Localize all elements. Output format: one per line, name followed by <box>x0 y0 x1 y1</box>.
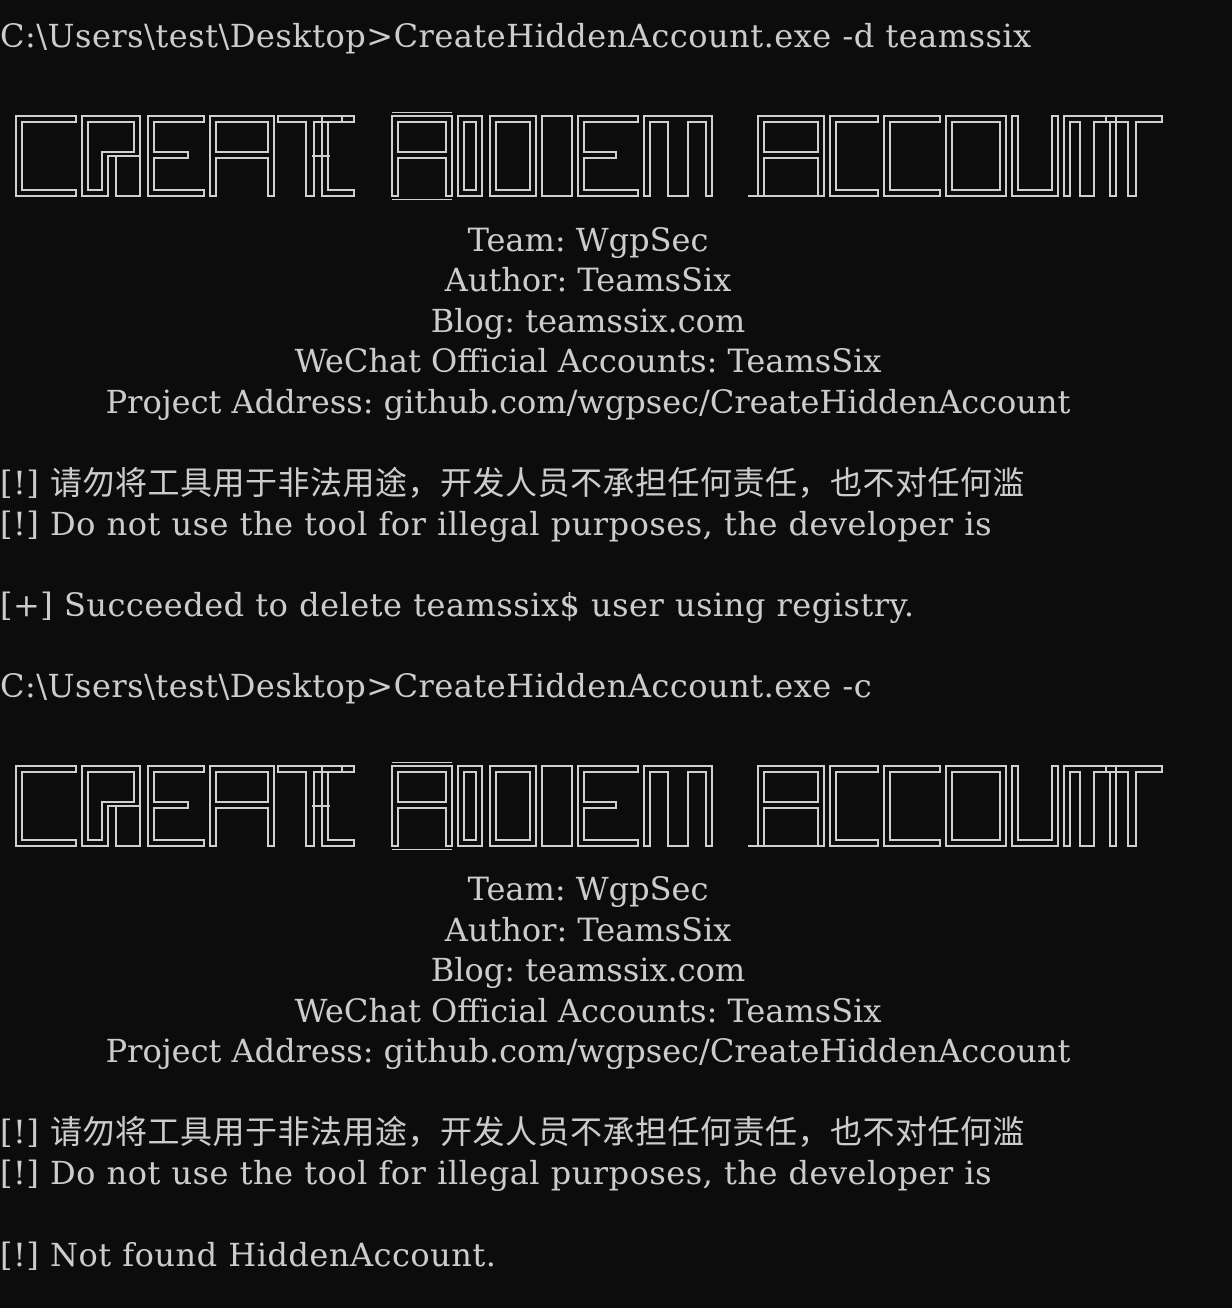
project-address-line: Project Address: github.com/wgpsec/Creat… <box>105 1032 1071 1070</box>
wechat-line: WeChat Official Accounts: TeamsSix <box>294 342 882 380</box>
author-line: Author: TeamsSix <box>444 261 732 299</box>
warning-chinese-line: [!] 请勿将工具用于非法用途，开发人员不承担任何责任，也不对任何滥 <box>0 464 1026 502</box>
wechat-line: WeChat Official Accounts: TeamsSix <box>294 992 882 1030</box>
ascii-art-banner <box>12 762 1164 850</box>
command-prompt-line: C:\Users\test\Desktop>CreateHiddenAccoun… <box>0 667 873 705</box>
blog-line: Blog: teamssix.com <box>430 302 746 340</box>
warning-english-line: [!] Do not use the tool for illegal purp… <box>0 1154 993 1192</box>
blog-line: Blog: teamssix.com <box>430 951 746 989</box>
project-address-line: Project Address: github.com/wgpsec/Creat… <box>105 383 1071 421</box>
console-window[interactable]: C:\Users\test\Desktop>CreateHiddenAccoun… <box>0 0 1232 1308</box>
author-line: Author: TeamsSix <box>444 911 732 949</box>
check-result-line: [!] Not found HiddenAccount. <box>0 1236 497 1274</box>
delete-result-line: [+] Succeeded to delete teamssix$ user u… <box>0 586 915 624</box>
warning-english-line: [!] Do not use the tool for illegal purp… <box>0 505 993 543</box>
ascii-art-banner <box>12 112 1164 200</box>
warning-chinese-line: [!] 请勿将工具用于非法用途，开发人员不承担任何责任，也不对任何滥 <box>0 1113 1026 1151</box>
team-line: Team: WgpSec <box>467 221 709 259</box>
team-line: Team: WgpSec <box>467 870 709 908</box>
command-prompt-line: C:\Users\test\Desktop>CreateHiddenAccoun… <box>0 17 1032 55</box>
